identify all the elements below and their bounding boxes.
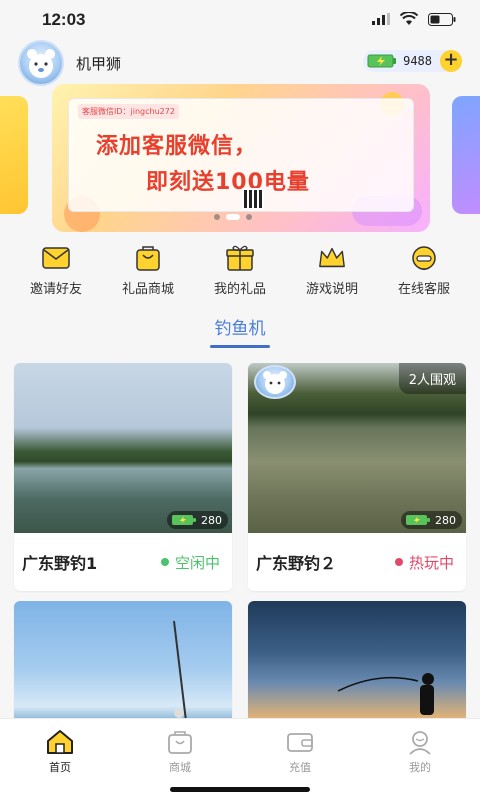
tab-label: 首页: [49, 761, 71, 774]
crown-icon: [317, 244, 347, 272]
status-label: 热玩中: [408, 553, 454, 572]
add-energy-button[interactable]: +: [440, 50, 462, 72]
machine-live-preview: 280: [14, 363, 232, 533]
section-tab-underline: [210, 345, 270, 348]
banner-slide[interactable]: 客服微信ID：jingchu272 添加客服微信， 即刻送100电量: [52, 84, 430, 232]
banner-wechat-id: 客服微信ID：jingchu272: [78, 104, 179, 119]
headset-icon: [409, 244, 439, 272]
energy-count: 9488: [403, 54, 432, 68]
banner-subheadline: 即刻送100电量: [146, 170, 310, 195]
banner-headline: 添加客服微信，: [96, 134, 258, 159]
machine-name: 广东野钓1: [22, 554, 98, 573]
quick-menu-my-gifts[interactable]: 我的礼品: [195, 244, 285, 297]
machine-card[interactable]: 280 广东野钓1 空闲中: [14, 363, 232, 591]
player-avatar: [254, 365, 296, 399]
status-dot: [394, 558, 403, 566]
quick-menu-label: 在线客服: [397, 282, 450, 297]
energy-balance[interactable]: 9488 +: [363, 50, 462, 72]
quick-menu-label: 礼品商城: [121, 282, 174, 297]
wifi-icon: [400, 12, 418, 25]
wallet-icon: [287, 733, 313, 752]
status-time: 12:03: [42, 10, 86, 29]
home-icon: [47, 730, 73, 754]
avatar[interactable]: [18, 40, 64, 86]
banner-carousel[interactable]: 客服微信ID：jingchu272 添加客服微信， 即刻送100电量: [0, 84, 480, 232]
machine-status: 空闲中: [160, 552, 220, 573]
machine-card-footer: 广东野钓２ 热玩中: [248, 533, 466, 591]
banner-prev-slide[interactable]: [0, 96, 28, 214]
carousel-dot-active: [226, 214, 240, 220]
battery-icon: [428, 12, 456, 26]
username: 机甲狮: [76, 54, 122, 73]
machine-card[interactable]: 2人围观 280 广东野钓２ 热玩中: [248, 363, 466, 591]
status-dot: [160, 558, 169, 566]
quick-menu-label: 我的礼品: [213, 282, 266, 297]
section-tab-fishing[interactable]: 钓鱼机: [0, 314, 480, 339]
battery-energy-icon: [406, 515, 430, 525]
tab-label: 我的: [409, 761, 431, 774]
signal-icon: [372, 13, 390, 25]
quick-menu-game-guide[interactable]: 游戏说明: [287, 244, 377, 297]
machine-status: 热玩中: [394, 552, 454, 573]
energy-cost: 280: [201, 513, 222, 527]
carousel-dot: [246, 214, 252, 220]
machine-card-footer: 广东野钓1 空闲中: [14, 533, 232, 591]
watcher-count: 2人围观: [398, 363, 466, 394]
energy-cost: 280: [435, 513, 456, 527]
qr-code-icon: [242, 188, 264, 210]
quick-menu-invite-friends[interactable]: 邀请好友: [11, 244, 101, 297]
shop-icon: [168, 731, 192, 754]
tab-profile[interactable]: 我的: [380, 729, 460, 800]
machine-live-preview: 2人围观 280: [248, 363, 466, 533]
shopping-bag-icon: [133, 244, 163, 272]
energy-cost-badge: 280: [167, 511, 228, 529]
machine-name: 广东野钓２: [256, 554, 337, 573]
battery-energy-icon: [367, 54, 397, 68]
quick-menu-label: 邀请好友: [29, 282, 82, 297]
home-indicator: [170, 787, 310, 792]
carousel-dots: [214, 214, 252, 220]
battery-energy-icon: [172, 515, 196, 525]
status-icons: [372, 12, 456, 26]
bear-avatar-icon: [27, 49, 55, 78]
envelope-icon: [41, 244, 71, 272]
bear-avatar-icon: [263, 371, 287, 394]
profile-header[interactable]: 机甲狮: [18, 40, 121, 86]
tab-label: 充值: [289, 761, 311, 774]
carousel-dot: [214, 214, 220, 220]
tab-home[interactable]: 首页: [20, 729, 100, 800]
banner-next-slide[interactable]: [452, 96, 480, 214]
quick-menu-gift-shop[interactable]: 礼品商城: [103, 244, 193, 297]
tab-label: 商城: [169, 761, 191, 774]
quick-menu-label: 游戏说明: [305, 282, 358, 297]
status-label: 空闲中: [174, 553, 220, 572]
energy-cost-badge: 280: [401, 511, 462, 529]
status-bar: 12:03: [0, 0, 480, 38]
quick-menu: 邀请好友 礼品商城 我的礼品 游戏说明 在线客服: [0, 244, 480, 297]
quick-menu-online-support[interactable]: 在线客服: [379, 244, 469, 297]
profile-icon: [409, 731, 431, 755]
gift-icon: [225, 244, 255, 272]
